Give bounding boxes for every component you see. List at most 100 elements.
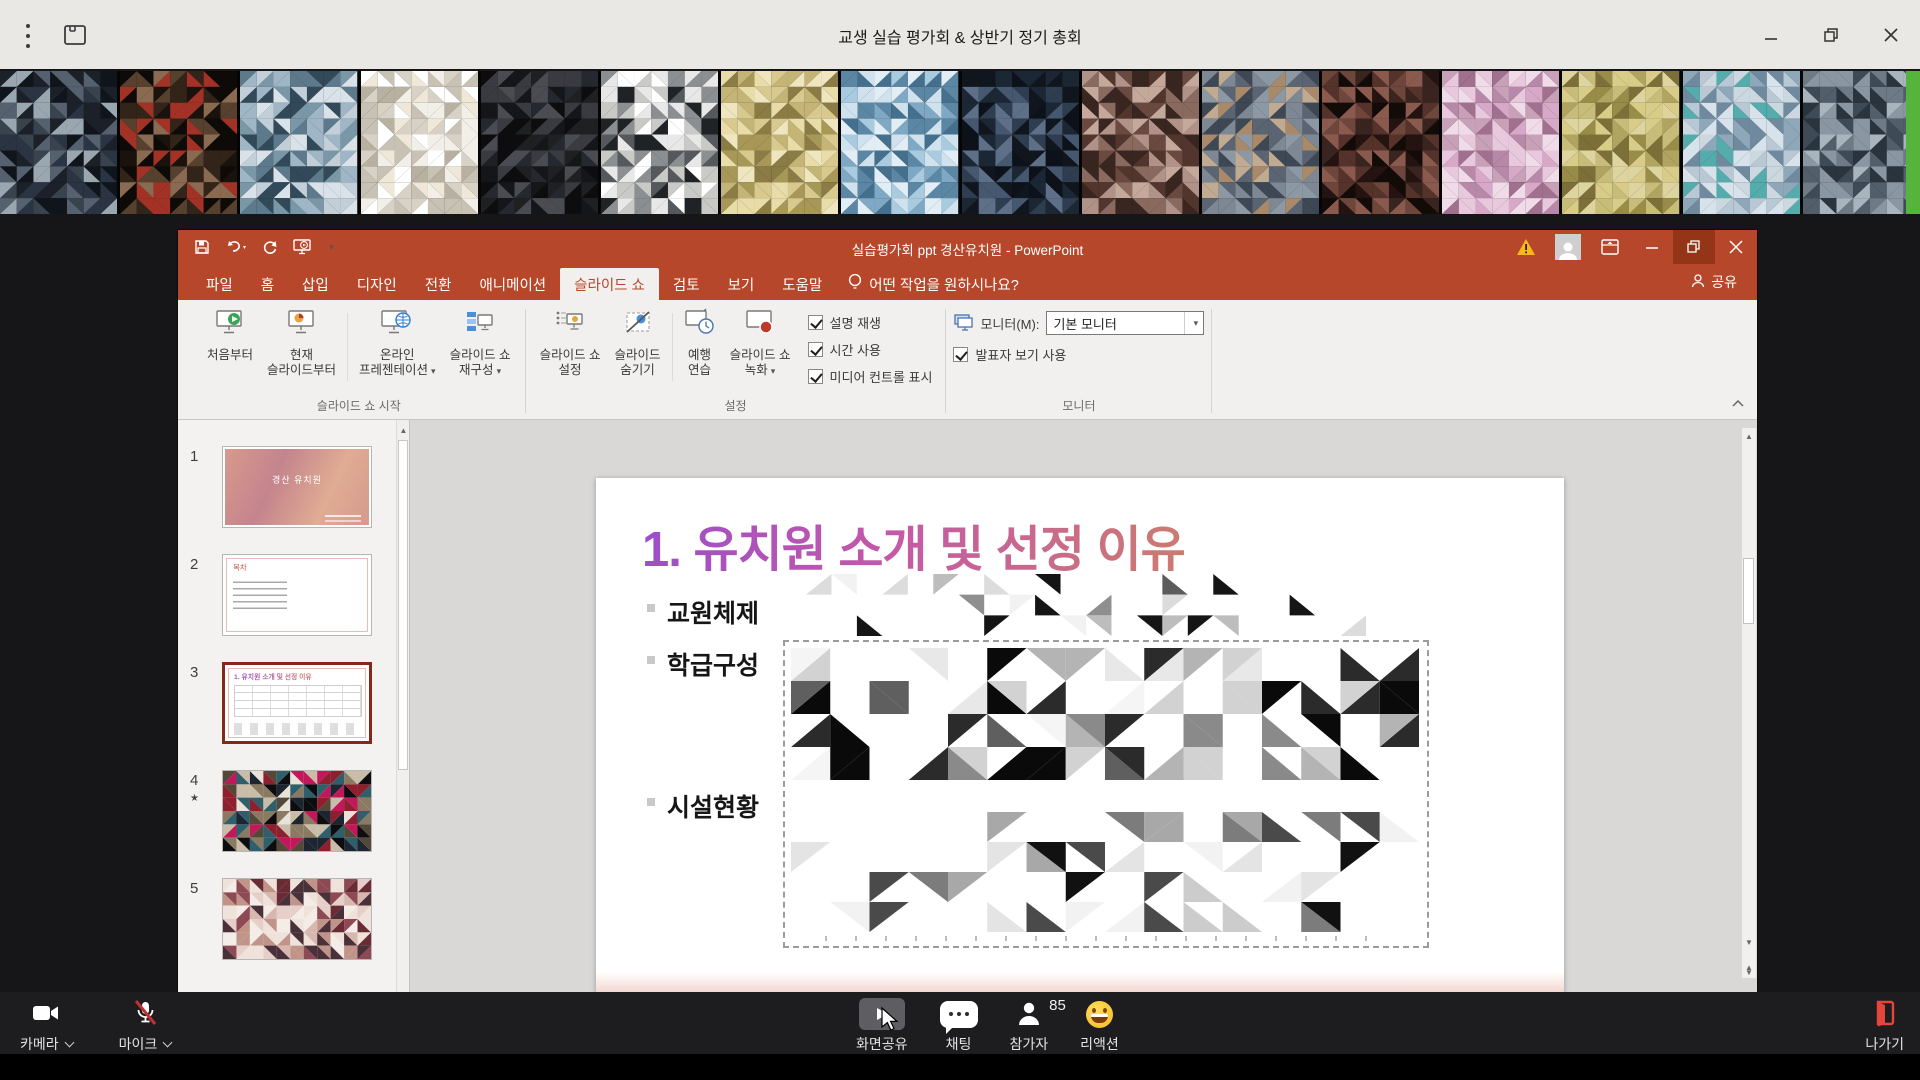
camera-button[interactable]: 카메라 xyxy=(20,999,73,1054)
rehearse-timings-button[interactable]: 예행 연습 xyxy=(677,305,723,382)
participant-video-tile[interactable] xyxy=(361,71,478,214)
ribbon: 처음부터 현재 슬라이드부터 온라인 프레젠테이션 슬라이드 쇼 재구성 xyxy=(178,300,1757,420)
present-online-button[interactable]: 온라인 프레젠테이션 xyxy=(352,305,443,382)
group-start-slideshow: 처음부터 현재 슬라이드부터 온라인 프레젠테이션 슬라이드 쇼 재구성 xyxy=(200,305,518,419)
participant-video-tile[interactable] xyxy=(1442,71,1559,214)
tab-file[interactable]: 파일 xyxy=(192,268,247,300)
minimize-button[interactable] xyxy=(1756,20,1786,50)
ppt-restore-button[interactable] xyxy=(1673,230,1715,264)
participant-video-tile[interactable] xyxy=(1322,71,1439,214)
dropdown-caret-icon xyxy=(494,363,502,377)
canvas-scrollbar[interactable]: ▲ ▼ ▲▼ xyxy=(1742,428,1756,978)
participant-video-tile[interactable] xyxy=(1803,71,1920,214)
slide-3-thumbnail-selected[interactable]: 1. 유치원 소개 및 선정 이유 xyxy=(222,662,372,744)
scroll-down-icon[interactable]: ▼ xyxy=(1742,934,1756,950)
ppt-main-area: 1 경산 유치원 2 목차 3 xyxy=(178,420,1757,992)
censored-table-region xyxy=(791,648,1419,780)
close-button[interactable] xyxy=(1876,20,1906,50)
share-button[interactable]: 공유 xyxy=(1691,272,1737,292)
tab-animations[interactable]: 애니메이션 xyxy=(465,268,560,300)
hide-slide-button[interactable]: 슬라이드 숨기기 xyxy=(608,305,668,382)
slide-2-thumbnail[interactable]: 목차 xyxy=(222,554,372,636)
selected-table-placeholder[interactable] xyxy=(783,640,1429,948)
slide-number: 2 xyxy=(190,554,216,636)
restore-button[interactable] xyxy=(1816,20,1846,50)
reactions-button[interactable]: 리액션 xyxy=(1080,999,1119,1054)
participant-video-tile[interactable] xyxy=(1082,71,1199,214)
participant-video-tile[interactable] xyxy=(120,71,237,214)
chat-icon xyxy=(940,1001,978,1028)
slide-4-thumbnail[interactable] xyxy=(222,770,372,852)
current-slide[interactable]: 1. 유치원 소개 및 선정 이유 교원체제 학급구성 시설현황 xyxy=(596,478,1564,998)
thumbnail-row: 5 xyxy=(190,878,409,960)
record-icon xyxy=(744,308,776,343)
camera-icon xyxy=(32,1003,60,1026)
participant-video-tile[interactable] xyxy=(721,71,838,214)
scroll-up-icon[interactable]: ▲ xyxy=(397,422,410,438)
tell-me-box[interactable]: 어떤 작업을 원하시나요? xyxy=(836,268,1031,300)
panel-scrollbar[interactable]: ▲ xyxy=(396,420,409,992)
scrollbar-thumb[interactable] xyxy=(398,440,408,770)
slide-5-thumbnail[interactable] xyxy=(222,878,372,960)
chevron-down-icon[interactable] xyxy=(64,1038,74,1048)
group-label: 설정 xyxy=(533,395,939,419)
tab-view[interactable]: 보기 xyxy=(714,268,769,300)
from-current-slide-button[interactable]: 현재 슬라이드부터 xyxy=(260,305,343,382)
play-narrations-checkbox[interactable]: 설명 재생 xyxy=(808,313,933,332)
tab-insert[interactable]: 삽입 xyxy=(288,268,343,300)
tab-home[interactable]: 홈 xyxy=(247,268,288,300)
participant-video-tile[interactable] xyxy=(240,71,357,214)
scroll-up-icon[interactable]: ▲ xyxy=(1742,428,1756,444)
ribbon-display-options-icon[interactable] xyxy=(1589,230,1631,264)
monitor-label: 모니터(M): xyxy=(980,314,1039,333)
thumbnail-row: 3 1. 유치원 소개 및 선정 이유 xyxy=(190,662,409,744)
use-timings-checkbox[interactable]: 시간 사용 xyxy=(808,340,933,359)
warning-icon[interactable] xyxy=(1505,230,1547,264)
participant-video-tile[interactable] xyxy=(962,71,1079,214)
slideshow-globe-icon xyxy=(380,308,414,343)
presenter-view-checkbox[interactable]: 발표자 보기 사용 xyxy=(953,345,1066,364)
from-beginning-button[interactable]: 처음부터 xyxy=(200,305,260,366)
custom-slideshow-button[interactable]: 슬라이드 쇼 재구성 xyxy=(443,305,518,382)
dropdown-caret-icon xyxy=(428,363,436,377)
participant-video-tile[interactable] xyxy=(481,71,598,214)
tab-transitions[interactable]: 전환 xyxy=(411,268,466,300)
video-tile-green[interactable] xyxy=(1906,71,1920,214)
dropdown-caret-icon xyxy=(768,363,776,377)
table-gridline-hints xyxy=(825,936,1387,941)
chevron-down-icon[interactable] xyxy=(163,1038,173,1048)
slide-thumbnail-panel: 1 경산 유치원 2 목차 3 xyxy=(178,420,410,992)
participant-video-tile[interactable] xyxy=(841,71,958,214)
participant-video-tile[interactable] xyxy=(1562,71,1679,214)
leave-button[interactable]: 나가기 xyxy=(1865,999,1904,1054)
group-label: 모니터 xyxy=(953,395,1204,419)
mic-button-muted[interactable]: 마이크 xyxy=(119,999,172,1054)
scrollbar-thumb[interactable] xyxy=(1743,558,1754,624)
tab-help[interactable]: 도움말 xyxy=(768,268,836,300)
tab-design[interactable]: 디자인 xyxy=(343,268,411,300)
tab-slideshow[interactable]: 슬라이드 쇼 xyxy=(560,268,659,300)
collapse-ribbon-button[interactable] xyxy=(1731,395,1745,413)
show-media-controls-checkbox[interactable]: 미디어 컨트롤 표시 xyxy=(808,367,933,386)
participant-video-strip xyxy=(0,71,1920,214)
checkbox-checked-icon xyxy=(808,315,823,330)
ppt-minimize-button[interactable] xyxy=(1631,230,1673,264)
chat-button[interactable]: 채팅 xyxy=(940,999,978,1054)
tab-review[interactable]: 검토 xyxy=(659,268,714,300)
slide-bullet: 학급구성 xyxy=(667,646,759,682)
record-slideshow-button[interactable]: 슬라이드 쇼 녹화 xyxy=(723,305,798,382)
slide-1-thumbnail[interactable]: 경산 유치원 xyxy=(222,446,372,528)
participants-icon xyxy=(1016,1000,1042,1029)
hide-slide-icon xyxy=(623,308,653,343)
account-avatar[interactable] xyxy=(1547,230,1589,264)
participant-video-tile[interactable] xyxy=(601,71,718,214)
participant-video-tile[interactable] xyxy=(0,71,117,214)
participants-button[interactable]: 85 참가자 xyxy=(1010,999,1049,1054)
participant-video-tile[interactable] xyxy=(1202,71,1319,214)
ppt-close-button[interactable] xyxy=(1715,230,1757,264)
participant-video-tile[interactable] xyxy=(1683,71,1800,214)
monitor-dropdown[interactable]: 기본 모니터 xyxy=(1046,311,1204,335)
previous-next-slide-buttons[interactable]: ▲▼ xyxy=(1742,962,1756,978)
group-monitors: 모니터(M): 기본 모니터 발표자 보기 사용 모니터 xyxy=(953,305,1204,419)
setup-slideshow-button[interactable]: 슬라이드 쇼 설정 xyxy=(533,305,608,382)
